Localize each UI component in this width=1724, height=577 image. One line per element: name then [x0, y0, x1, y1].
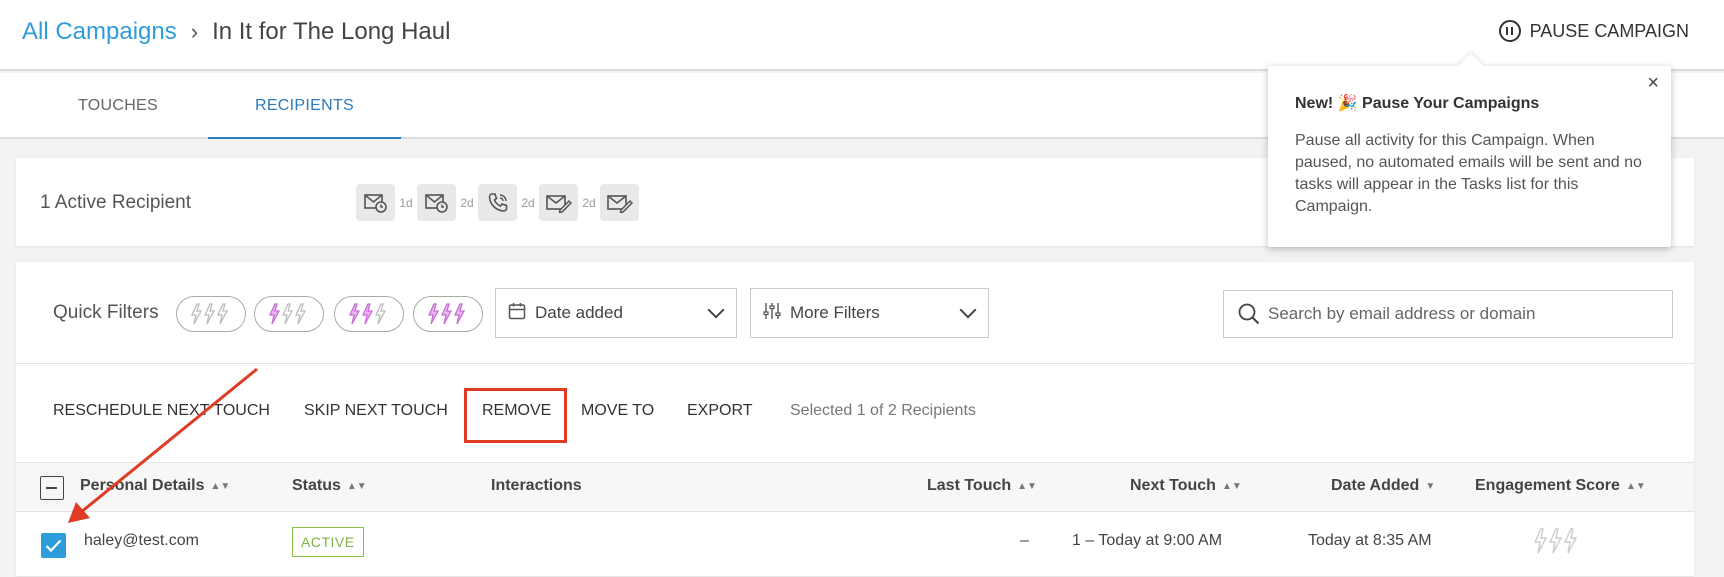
- date-added-value: Today at 8:35 AM: [1308, 532, 1432, 549]
- divider: [16, 363, 1694, 364]
- tab-recipients[interactable]: RECIPIENTS: [208, 73, 401, 139]
- more-filters-dropdown[interactable]: More Filters: [750, 288, 989, 338]
- column-label: Last Touch: [927, 477, 1012, 494]
- row-checkbox-checked[interactable]: [41, 533, 66, 558]
- status-badge: ACTIVE: [292, 527, 364, 557]
- sort-desc-icon: ▼: [1425, 481, 1436, 492]
- popover-title-text: Pause Your Campaigns: [1357, 95, 1540, 112]
- phone-icon[interactable]: [478, 184, 517, 221]
- chevron-down-icon: [707, 301, 725, 319]
- sort-icon: ▲▼: [1221, 481, 1242, 492]
- quick-filters-label: Quick Filters: [53, 302, 159, 323]
- column-next-touch[interactable]: Next Touch ▲▼: [1130, 477, 1242, 495]
- select-all-checkbox[interactable]: [40, 476, 64, 500]
- more-filters-label: More Filters: [790, 303, 880, 322]
- pause-campaign-label: PAUSE CAMPAIGN: [1529, 20, 1689, 41]
- bolt-icon: [348, 303, 387, 325]
- move-to-button[interactable]: MOVE TO: [581, 402, 654, 420]
- sort-icon: ▲▼: [1625, 481, 1646, 492]
- last-touch-value: –: [1020, 532, 1029, 549]
- export-button[interactable]: EXPORT: [687, 402, 753, 420]
- email-edit-icon[interactable]: [600, 184, 639, 221]
- touch-gap: 2d: [582, 195, 596, 210]
- column-engagement-score[interactable]: Engagement Score ▲▼: [1475, 477, 1646, 495]
- quick-filter-2-bolts[interactable]: [334, 296, 404, 332]
- selection-count: Selected 1 of 2 Recipients: [790, 402, 976, 419]
- checkmark-icon: [45, 539, 62, 552]
- table-row[interactable]: haley@test.com ACTIVE – 1 – Today at 9:0…: [16, 512, 1694, 572]
- pause-campaign-popover: × New! 🎉 Pause Your Campaigns Pause all …: [1268, 53, 1671, 247]
- popover-title-prefix: New!: [1295, 95, 1338, 112]
- sliders-icon: [763, 302, 781, 325]
- search-box: [1223, 290, 1673, 338]
- column-last-touch[interactable]: Last Touch ▲▼: [927, 477, 1037, 495]
- page-title: In It for The Long Haul: [212, 18, 451, 45]
- quick-filter-0-bolts[interactable]: [176, 296, 246, 332]
- calendar-icon: [508, 302, 526, 325]
- pause-icon: [1498, 20, 1521, 42]
- engagement-score-bolts: [1531, 528, 1583, 559]
- active-recipient-count: 1 Active Recipient: [40, 192, 192, 213]
- party-popper-icon: 🎉: [1337, 95, 1358, 112]
- date-added-dropdown[interactable]: Date added: [495, 288, 737, 338]
- column-personal-details[interactable]: Personal Details ▲▼: [80, 477, 230, 495]
- search-input[interactable]: [1268, 304, 1648, 324]
- tab-touches[interactable]: TOUCHES: [28, 73, 208, 139]
- column-interactions: Interactions: [491, 477, 582, 495]
- popover-title: New! 🎉 Pause Your Campaigns: [1295, 93, 1539, 113]
- quick-filter-1-bolt[interactable]: [254, 296, 324, 332]
- chevron-down-icon: [959, 301, 977, 319]
- sort-icon: ▲▼: [346, 481, 367, 492]
- bolt-icon: [268, 303, 307, 325]
- quick-filter-3-bolts[interactable]: [413, 296, 483, 332]
- email-edit-icon[interactable]: [539, 184, 578, 221]
- column-label: Engagement Score: [1475, 477, 1620, 494]
- date-added-label: Date added: [535, 303, 623, 322]
- touch-gap: 2d: [521, 195, 535, 210]
- table-header: Personal Details ▲▼ Status ▲▼ Interactions…: [16, 462, 1694, 512]
- column-label: Next Touch: [1130, 477, 1216, 494]
- breadcrumb: All Campaigns › In It for The Long Haul: [22, 18, 450, 46]
- column-date-added[interactable]: Date Added ▼: [1331, 477, 1435, 495]
- recipients-table-card: Quick Filters Date added More Filters RE…: [16, 262, 1694, 576]
- pause-campaign-button[interactable]: PAUSE CAMPAIGN: [1498, 20, 1689, 42]
- reschedule-next-touch-button[interactable]: RESCHEDULE NEXT TOUCH: [53, 402, 270, 420]
- next-touch-value: 1 – Today at 9:00 AM: [1072, 532, 1223, 549]
- chevron-right-icon: ›: [190, 19, 199, 44]
- bolt-icon: [1533, 528, 1578, 554]
- bolt-icon: [427, 303, 466, 325]
- touch-sequence: 1d 2d 2d 2d: [356, 184, 639, 221]
- touch-gap: 2d: [460, 195, 474, 210]
- search-icon: [1238, 303, 1260, 325]
- sort-icon: ▲▼: [210, 481, 231, 492]
- close-icon[interactable]: ×: [1647, 72, 1659, 95]
- remove-highlight-box: [464, 388, 567, 443]
- recipient-email[interactable]: haley@test.com: [84, 532, 199, 550]
- skip-next-touch-button[interactable]: SKIP NEXT TOUCH: [304, 402, 448, 420]
- email-timer-icon[interactable]: [417, 184, 456, 221]
- popover-body: Pause all activity for this Campaign. Wh…: [1295, 132, 1642, 215]
- bolt-icon: [190, 303, 229, 325]
- column-status[interactable]: Status ▲▼: [292, 477, 367, 495]
- breadcrumb-all-campaigns[interactable]: All Campaigns: [22, 18, 177, 46]
- column-label: Status: [292, 477, 341, 494]
- column-label: Personal Details: [80, 477, 205, 494]
- touch-gap: 1d: [399, 195, 413, 210]
- email-timer-icon[interactable]: [356, 184, 395, 221]
- column-label: Interactions: [491, 477, 582, 494]
- sort-icon: ▲▼: [1017, 481, 1037, 492]
- column-label: Date Added: [1331, 477, 1420, 494]
